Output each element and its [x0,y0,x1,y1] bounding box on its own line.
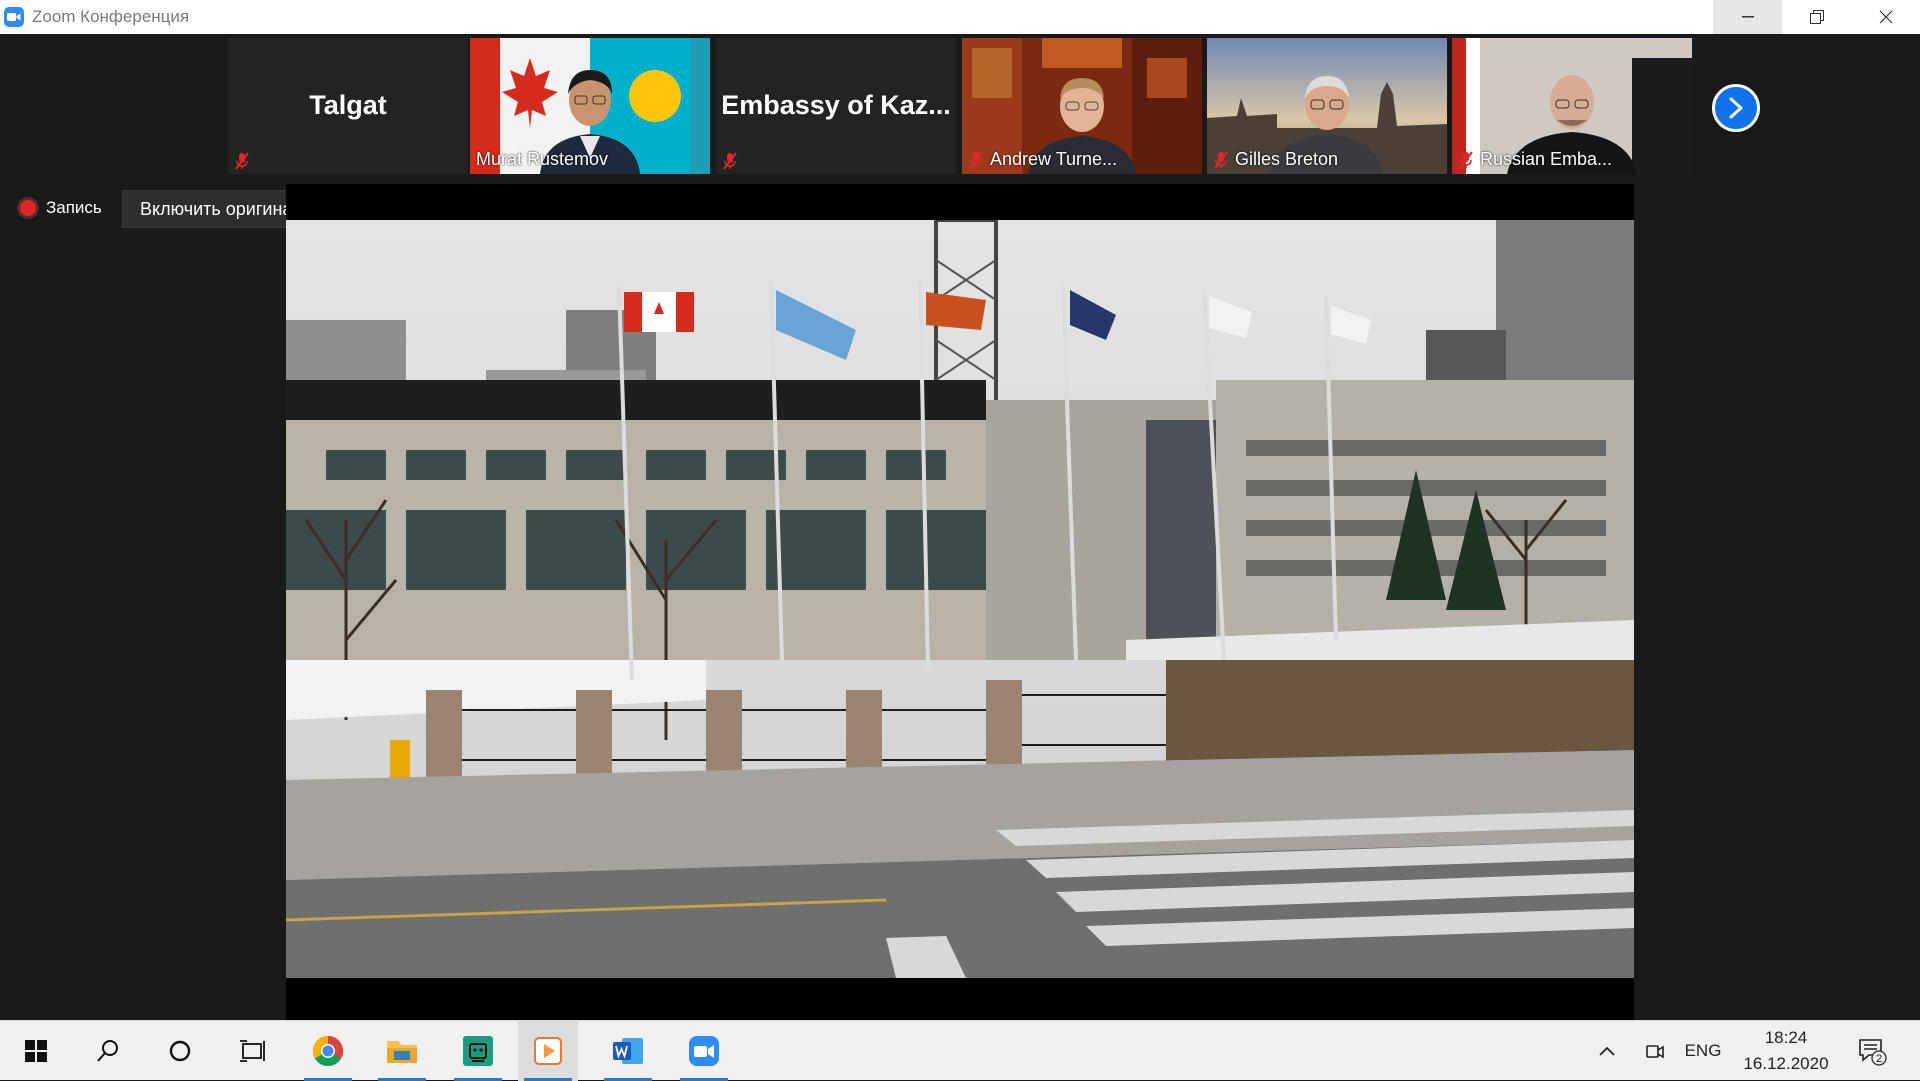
shared-video-scene [286,220,1634,978]
zoom-app-icon [4,7,24,27]
muted-mic-icon [1214,150,1228,169]
participant-strip: Talgat Murat Rustemov Embassy of Kaz... … [0,34,1920,184]
record-dot-icon [20,200,36,216]
muted-mic-icon [969,150,983,169]
zoom-taskbar-button[interactable] [674,1021,734,1081]
window-controls [1713,0,1920,34]
taskbar-clock[interactable]: 18:24 16.12.2020 [1726,1021,1846,1081]
task-view-icon [240,1040,265,1062]
file-explorer-taskbar-button[interactable] [372,1021,432,1081]
app-taskbar-button[interactable] [448,1021,508,1081]
notification-icon: 2 [1859,1039,1887,1066]
participant-name: Gilles Breton [1235,149,1339,169]
close-button[interactable] [1851,0,1920,34]
participant-tile-gilles-breton[interactable]: Gilles Breton [1207,38,1447,174]
next-page-button[interactable] [1712,84,1760,132]
meet-now-button[interactable] [1640,1021,1670,1081]
word-icon [613,1038,643,1064]
muted-mic-icon [723,152,737,170]
android-studio-icon [463,1036,493,1066]
participant-tile-andrew-turner[interactable]: Andrew Turne... [962,38,1202,174]
chevron-up-icon [1599,1046,1615,1056]
cortana-icon [169,1040,191,1062]
participant-label: Gilles Breton [1213,149,1338,170]
folder-icon [387,1041,417,1063]
input-language-indicator[interactable]: ENG [1680,1021,1726,1081]
chevron-right-icon [1729,97,1743,119]
chrome-icon [312,1036,344,1067]
play-icon [534,1037,562,1065]
participant-tile-talgat[interactable]: Talgat [228,38,468,174]
recording-label: Запись [46,198,102,217]
participant-label: Murat Rustemov [476,149,608,170]
muted-mic-icon [1459,150,1473,169]
start-button[interactable] [6,1021,66,1081]
word-taskbar-button[interactable] [598,1021,658,1081]
participant-tile-embassy-kaz[interactable]: Embassy of Kaz... [716,38,956,174]
search-icon [97,1040,118,1062]
muted-mic-icon [235,152,249,170]
participant-label [722,152,738,170]
recording-indicator[interactable]: Запись [20,198,102,218]
participant-label: Russian Emba... [1458,149,1612,170]
participant-name: Russian Emba... [1480,149,1613,169]
windows-icon [25,1040,47,1062]
cortana-button[interactable] [150,1021,210,1081]
chrome-taskbar-button[interactable] [298,1021,358,1081]
participant-name-large: Embassy of Kaz... [721,90,951,120]
window-title: Zoom Конференция [32,7,190,26]
media-player-taskbar-button[interactable] [518,1021,578,1081]
notification-count: 2 [1876,1053,1882,1065]
restore-button[interactable] [1782,0,1851,34]
participant-label: Andrew Turne... [968,149,1117,170]
participant-tile-murat-rustemov[interactable]: Murat Rustemov [470,38,710,174]
meet-now-icon [1646,1045,1664,1059]
clock-time: 18:24 [1764,1028,1808,1047]
participant-name: Andrew Turne... [990,149,1118,169]
participant-tile-russian-embassy[interactable]: Russian Emba... [1452,38,1692,174]
title-bar: Zoom Конференция [0,0,1920,34]
main-video[interactable] [286,220,1634,978]
show-hidden-icons-button[interactable] [1592,1021,1622,1081]
participant-name-large: Talgat [309,90,387,120]
participant-name: Murat Rustemov [476,149,609,169]
clock-date: 16.12.2020 [1743,1054,1829,1073]
taskbar: ENG 18:24 16.12.2020 2 [0,1020,1920,1081]
search-button[interactable] [78,1021,138,1081]
participant-label [234,152,250,170]
task-view-button[interactable] [222,1021,282,1081]
minimize-button[interactable] [1713,0,1782,34]
zoom-icon [689,1036,719,1066]
action-center-button[interactable]: 2 [1852,1021,1892,1081]
